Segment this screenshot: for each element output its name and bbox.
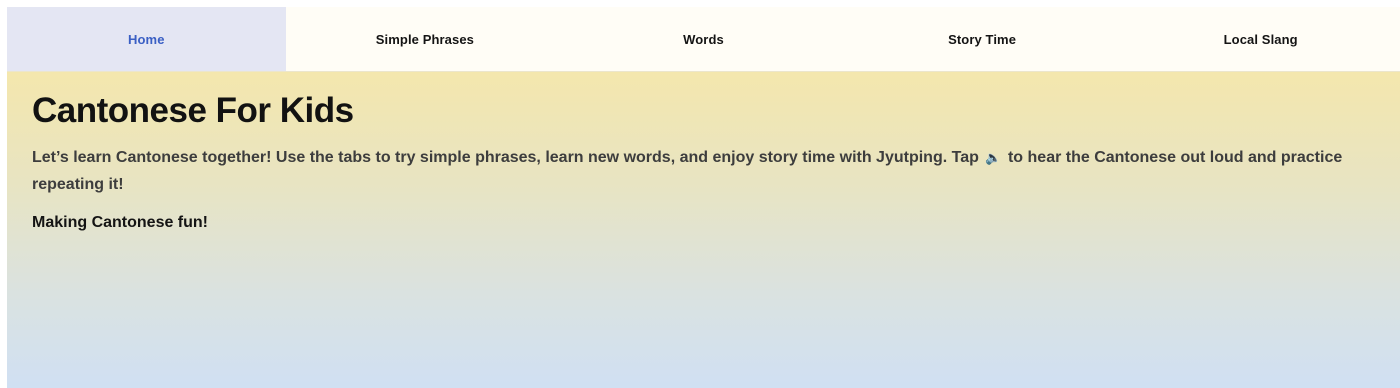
intro-text-start: Let’s learn Cantonese together! Use the … — [32, 149, 979, 166]
intro-text: Let’s learn Cantonese together! Use the … — [32, 144, 1362, 198]
speaker-icon: 🔈 — [985, 150, 1002, 165]
tab-bar: Home Simple Phrases Words Story Time Loc… — [7, 7, 1400, 72]
tab-words[interactable]: Words — [564, 7, 843, 71]
page-title: Cantonese For Kids — [32, 91, 354, 130]
tagline: Making Cantonese fun! — [32, 214, 209, 231]
tab-home[interactable]: Home — [7, 7, 286, 71]
tab-local-slang[interactable]: Local Slang — [1121, 7, 1400, 71]
app-frame: Home Simple Phrases Words Story Time Loc… — [7, 7, 1400, 388]
tab-simple-phrases[interactable]: Simple Phrases — [286, 7, 565, 71]
home-panel: Cantonese For Kids Let’s learn Cantonese… — [7, 72, 1400, 388]
tab-story-time[interactable]: Story Time — [843, 7, 1122, 71]
